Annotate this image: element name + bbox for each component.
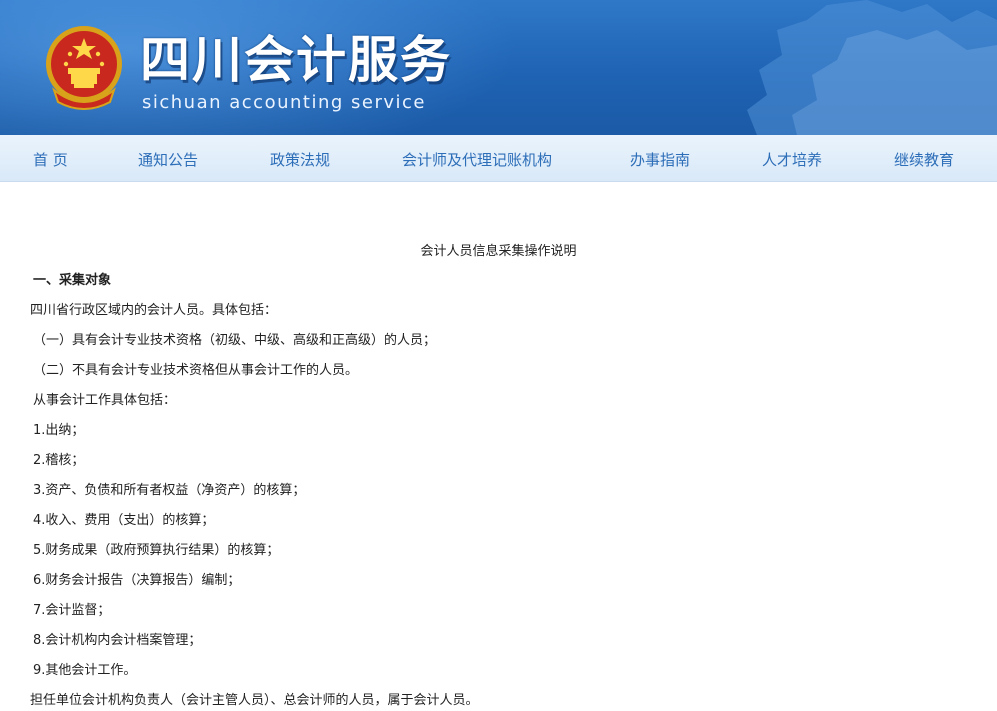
- paragraph-line: 四川省行政区域内的会计人员。具体包括：: [30, 303, 278, 318]
- nav-guide[interactable]: 办事指南: [630, 135, 690, 181]
- site-banner: 四川会计服务 sichuan accounting service: [0, 0, 997, 135]
- nav-policies[interactable]: 政策法规: [270, 135, 330, 181]
- nav-home[interactable]: 首 页: [33, 135, 68, 181]
- main-nav: 首 页 通知公告 政策法规 会计师及代理记账机构 办事指南 人才培养 继续教育: [0, 135, 997, 182]
- list-item: 8.会计机构内会计档案管理；: [33, 633, 202, 648]
- site-title-cn: 四川会计服务: [140, 31, 452, 89]
- nav-notices[interactable]: 通知公告: [138, 135, 198, 181]
- sichuan-map-graphic: [747, 0, 997, 135]
- list-item: 1.出纳；: [33, 423, 85, 438]
- nav-talent[interactable]: 人才培养: [762, 135, 822, 181]
- article-title: 会计人员信息采集操作说明: [420, 244, 577, 259]
- list-item: 6.财务会计报告（决算报告）编制；: [33, 573, 241, 588]
- national-emblem-icon: [46, 26, 122, 110]
- paragraph-line: 担任单位会计机构负责人（会计主管人员）、总会计师的人员，属于会计人员。: [30, 693, 479, 708]
- article-content: 会计人员信息采集操作说明 一、采集对象 四川省行政区域内的会计人员。具体包括： …: [0, 182, 997, 711]
- site-title-en: sichuan accounting service: [142, 92, 426, 113]
- nav-continuing-education[interactable]: 继续教育: [894, 135, 954, 181]
- list-item: 9.其他会计工作。: [33, 663, 137, 678]
- list-item: 2.稽核；: [33, 453, 85, 468]
- paragraph-line: 从事会计工作具体包括：: [33, 393, 177, 408]
- nav-accounting-firms[interactable]: 会计师及代理记账机构: [402, 135, 552, 181]
- paragraph-line: （一）具有会计专业技术资格（初级、中级、高级和正高级）的人员；: [33, 333, 437, 348]
- paragraph-line: （二）不具有会计专业技术资格但从事会计工作的人员。: [33, 363, 359, 378]
- list-item: 4.收入、费用（支出）的核算；: [33, 513, 215, 528]
- list-item: 5.财务成果（政府预算执行结果）的核算；: [33, 543, 280, 558]
- list-item: 7.会计监督；: [33, 603, 111, 618]
- list-item: 3.资产、负债和所有者权益（净资产）的核算；: [33, 483, 306, 498]
- section-heading: 一、采集对象: [33, 273, 112, 288]
